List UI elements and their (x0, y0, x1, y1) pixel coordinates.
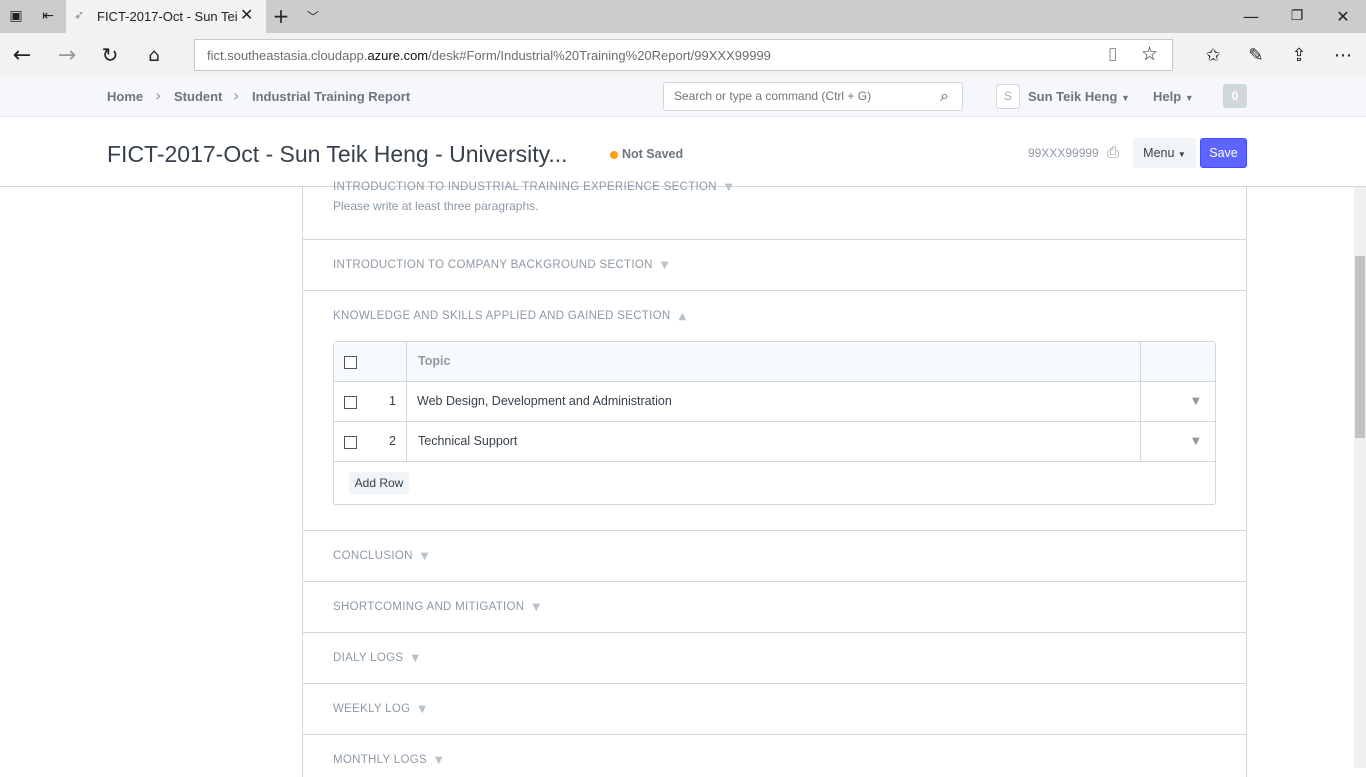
status-badge: Not Saved (622, 147, 684, 161)
section-head-daily-logs[interactable]: DIALY LOGS ▼ (333, 652, 419, 664)
window-minimize-icon[interactable]: — (1240, 5, 1262, 27)
row-topic[interactable]: Technical Support (418, 434, 517, 448)
scrollbar-thumb[interactable] (1355, 256, 1365, 438)
tab-close-icon[interactable]: ✕ (240, 5, 253, 24)
breadcrumb-chevron-icon: › (155, 86, 162, 105)
section-divider (303, 239, 1246, 240)
caret-down-icon: ▼ (1120, 93, 1130, 103)
tab-set-aside-icon[interactable]: ▣ (6, 6, 26, 26)
tab-list-chevron-icon[interactable]: ﹀ (302, 5, 324, 27)
grid-row-divider (334, 421, 1215, 422)
section-head-intro-industrial[interactable]: INTRODUCTION TO INDUSTRIAL TRAINING EXPE… (333, 181, 733, 193)
window-restore-icon[interactable]: ❐ (1286, 5, 1308, 27)
more-options-icon[interactable]: ⋯ (1331, 43, 1355, 67)
row-edit-chevron-icon[interactable]: ▼ (1192, 436, 1200, 447)
back-arrow-icon[interactable]: ← (10, 43, 34, 68)
section-divider (303, 683, 1246, 684)
breadcrumb-home[interactable]: Home (107, 89, 143, 104)
search-icon[interactable]: ⌕ (940, 86, 949, 106)
section-head-shortcoming[interactable]: SHORTCOMING AND MITIGATION ▼ (333, 601, 540, 613)
search-input[interactable] (674, 89, 934, 103)
web-note-pen-icon[interactable]: ✎ (1244, 43, 1268, 67)
section-head-company-background[interactable]: INTRODUCTION TO COMPANY BACKGROUND SECTI… (333, 259, 669, 271)
grid-header-row (334, 342, 1215, 381)
help-menu[interactable]: Help ▼ (1153, 89, 1194, 104)
home-icon[interactable]: ⌂ (142, 43, 166, 67)
select-all-checkbox[interactable] (344, 356, 357, 369)
row-checkbox[interactable] (344, 396, 357, 409)
section-divider (303, 581, 1246, 582)
section-divider (303, 734, 1246, 735)
share-icon[interactable]: ⇪ (1287, 43, 1311, 67)
grid-row-divider (334, 381, 1215, 382)
chevron-down-icon: ▼ (434, 755, 443, 766)
row-index: 1 (389, 394, 396, 408)
breadcrumb-chevron-icon: › (233, 86, 240, 105)
section-head-knowledge-skills[interactable]: KNOWLEDGE AND SKILLS APPLIED AND GAINED … (333, 310, 686, 322)
grid-col-divider (1140, 342, 1141, 461)
tab-preview-icon[interactable]: ⇤ (38, 6, 58, 26)
notification-badge[interactable]: 0 (1223, 84, 1247, 108)
forward-arrow-icon[interactable]: → (55, 43, 79, 68)
section-help-text: Please write at least three paragraphs. (333, 199, 539, 213)
section-divider (303, 290, 1246, 291)
document-id: 99XXX99999 (1028, 146, 1099, 160)
url-field[interactable]: fict.southeastasia.cloudapp.azure.com/de… (194, 39, 1173, 71)
chevron-down-icon: ▼ (532, 602, 541, 613)
caret-down-icon: ▼ (1184, 93, 1194, 103)
favorites-hub-icon[interactable]: ✩ (1201, 43, 1225, 67)
caret-down-icon: ▼ (1177, 150, 1186, 159)
row-checkbox[interactable] (344, 436, 357, 449)
section-head-monthly-logs[interactable]: MONTHLY LOGS ▼ (333, 754, 443, 766)
tab-title: FICT-2017-Oct - Sun Tei (97, 9, 238, 24)
chevron-down-icon: ▼ (418, 704, 427, 715)
page-title: FICT-2017-Oct - Sun Teik Heng - Universi… (107, 141, 568, 167)
refresh-icon[interactable]: ↻ (98, 43, 122, 67)
new-tab-icon[interactable]: + (270, 4, 292, 28)
reading-view-icon[interactable]: ▯ (1108, 44, 1117, 64)
chevron-down-icon: ▼ (660, 260, 669, 271)
row-edit-chevron-icon[interactable]: ▼ (1192, 396, 1200, 407)
chevron-down-icon: ▼ (724, 182, 733, 193)
chevron-down-icon: ▼ (420, 551, 429, 562)
url-text: fict.southeastasia.cloudapp.azure.com/de… (207, 48, 771, 63)
tab-favicon-icon: ➶ (74, 8, 85, 22)
menu-button[interactable]: Menu ▼ (1133, 138, 1196, 168)
favorite-star-icon[interactable]: ☆ (1141, 43, 1158, 65)
section-head-conclusion[interactable]: CONCLUSION ▼ (333, 550, 429, 562)
print-icon[interactable]: ⎙ (1107, 143, 1119, 161)
status-dot-icon (610, 151, 618, 159)
section-head-weekly-log[interactable]: WEEKLY LOG ▼ (333, 703, 426, 715)
chevron-down-icon: ▼ (411, 653, 420, 664)
window-close-icon[interactable]: ✕ (1332, 5, 1354, 27)
column-header-topic: Topic (418, 354, 451, 368)
breadcrumb-student[interactable]: Student (174, 89, 222, 104)
add-row-button[interactable]: Add Row (349, 472, 409, 494)
browser-tab-active[interactable]: ➶ FICT-2017-Oct - Sun Tei ✕ (66, 0, 266, 33)
awesome-bar-search[interactable]: ⌕ (663, 82, 963, 111)
avatar[interactable]: S (996, 84, 1020, 109)
section-divider (303, 632, 1246, 633)
row-topic[interactable]: Web Design, Development and Administrati… (417, 394, 672, 408)
save-button[interactable]: Save (1200, 138, 1247, 168)
chevron-up-icon: ▲ (678, 311, 687, 322)
breadcrumb-industrial-training-report[interactable]: Industrial Training Report (252, 89, 410, 104)
user-menu[interactable]: Sun Teik Heng ▼ (1028, 89, 1130, 104)
grid-row-divider (334, 461, 1215, 462)
grid-col-divider (406, 342, 407, 461)
section-divider (303, 530, 1246, 531)
row-index: 2 (389, 434, 396, 448)
